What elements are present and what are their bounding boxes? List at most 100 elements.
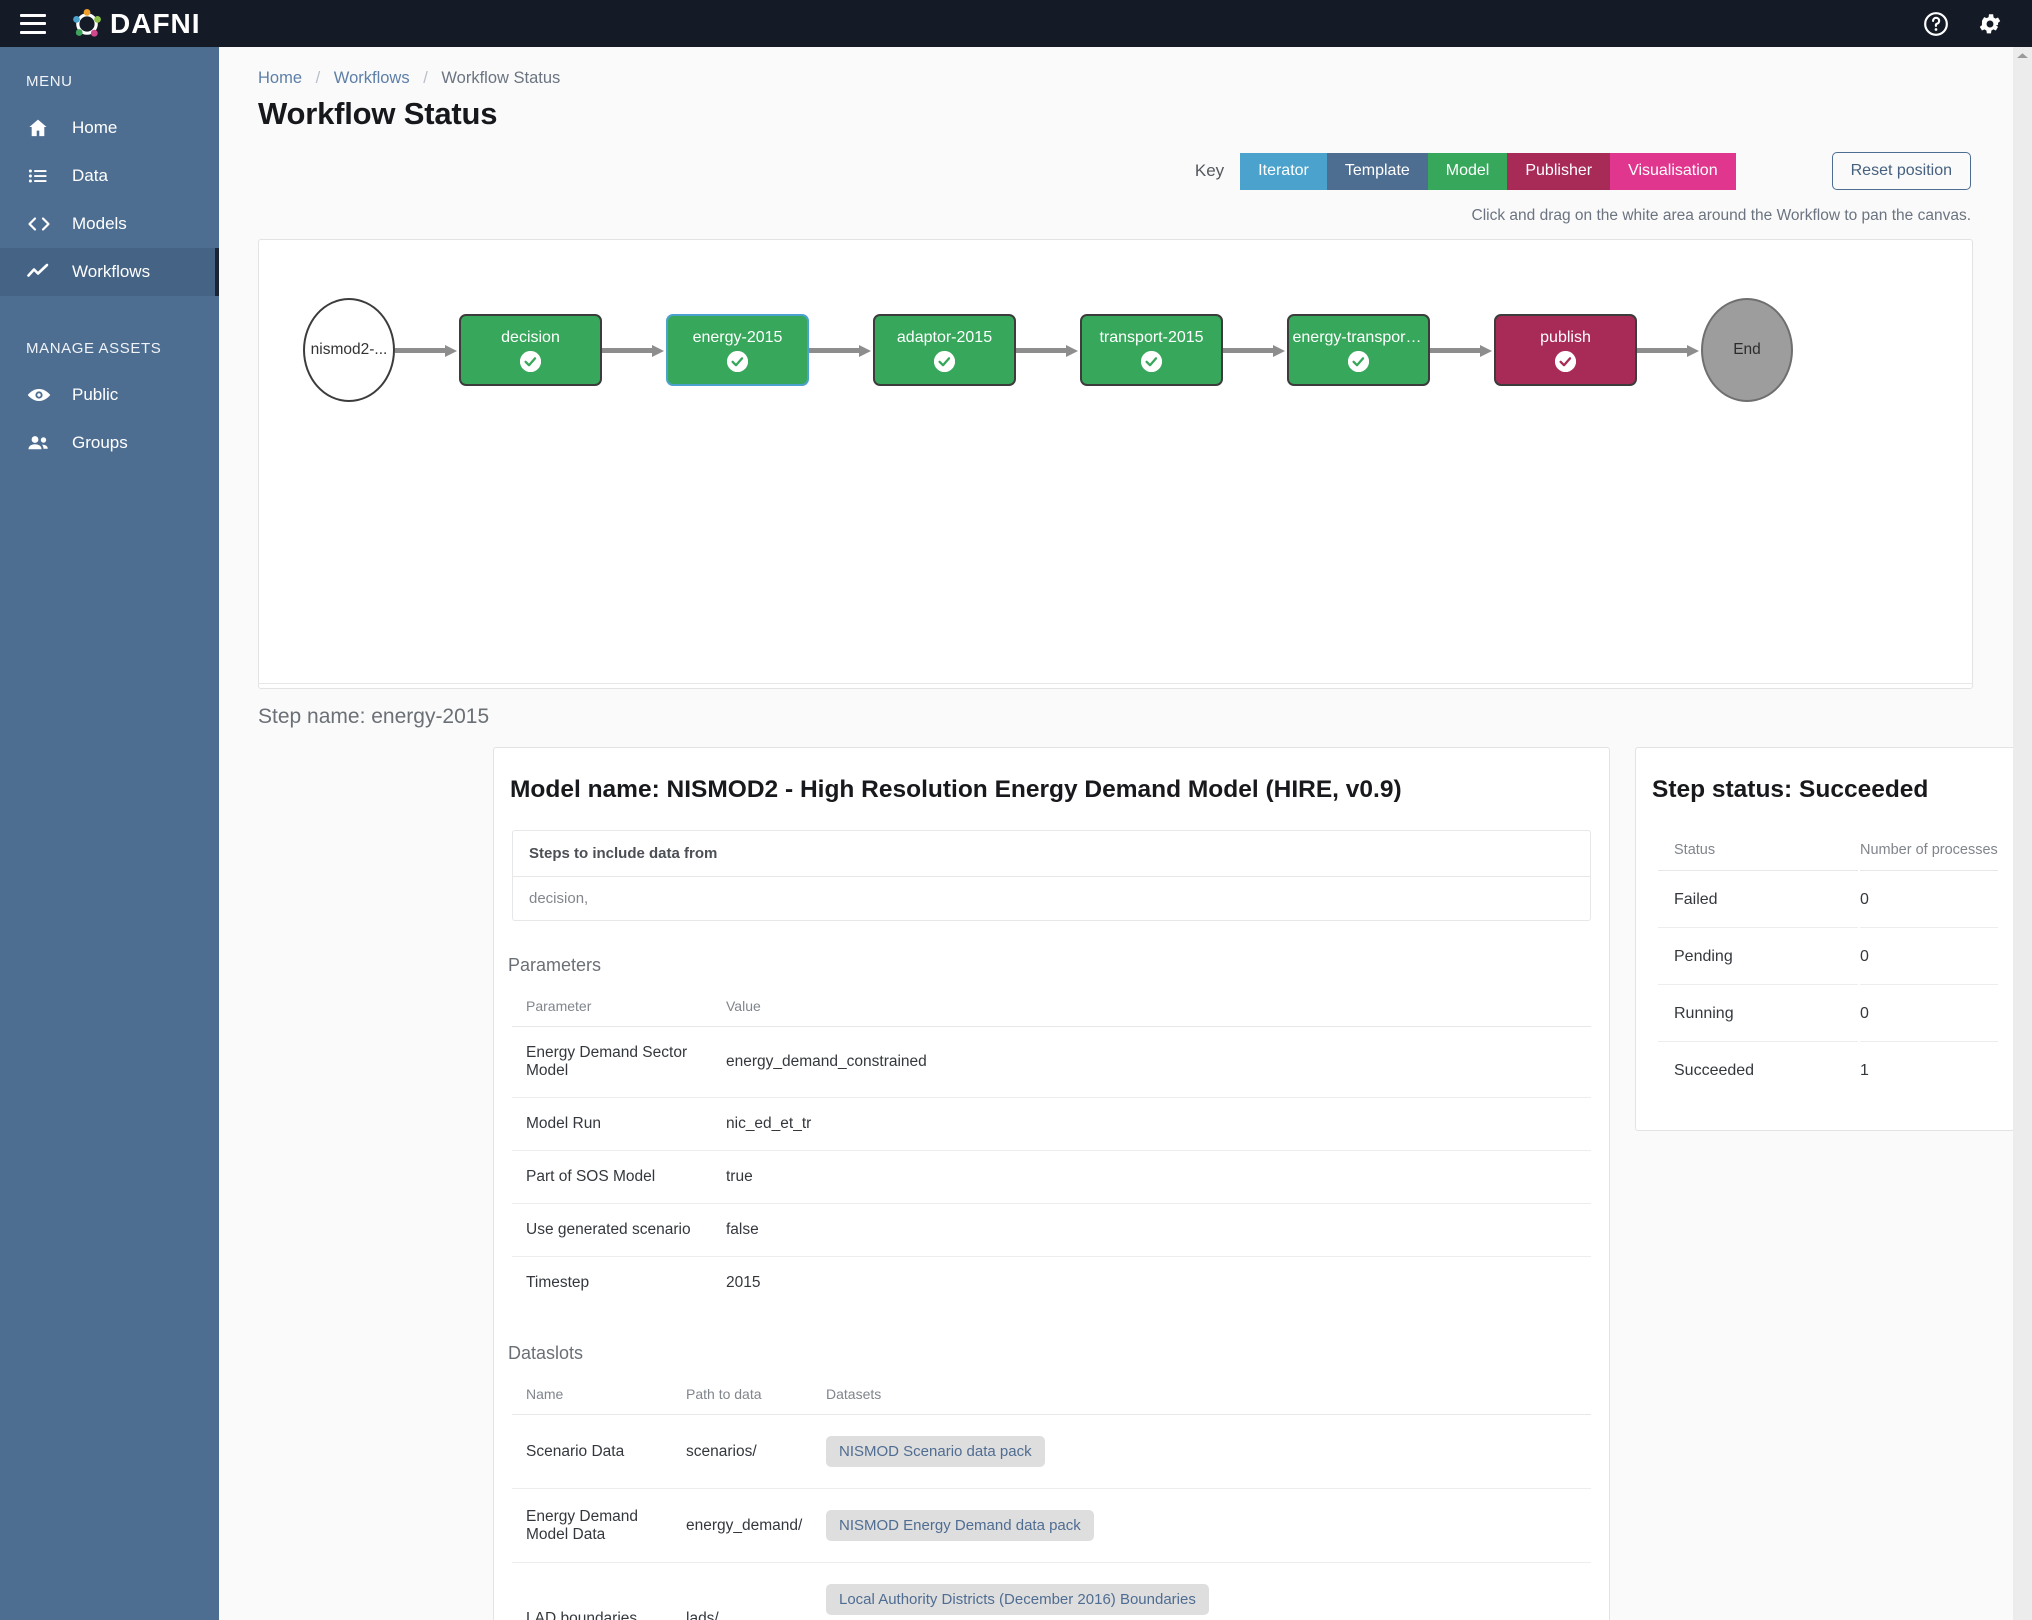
workflow-canvas[interactable]: nismod2-... decision energy-2015 adaptor…: [258, 239, 1973, 689]
sidebar: MENU Home Data Models Workflows MANAGE A…: [0, 47, 219, 1620]
dataslot-name: Energy Demand Model Data: [512, 1488, 672, 1563]
column-header-name: Name: [512, 1374, 672, 1415]
workflow-node-label: End: [1733, 341, 1761, 358]
workflow-node-energy-transport[interactable]: energy-transport-...: [1287, 314, 1430, 386]
check-circle-icon: [1348, 350, 1369, 372]
sidebar-section-menu: MENU: [26, 73, 73, 90]
breadcrumb: Home / Workflows / Workflow Status: [219, 47, 2013, 88]
code-brackets-icon: [26, 212, 54, 236]
breadcrumb-current: Workflow Status: [441, 69, 561, 87]
hamburger-icon[interactable]: [20, 13, 46, 34]
status-count: 0: [1860, 987, 1998, 1042]
key-chip-template[interactable]: Template: [1326, 152, 1428, 190]
workflow-node-transport-2015[interactable]: transport-2015: [1080, 314, 1223, 386]
workflow-node-publish[interactable]: publish: [1494, 314, 1637, 386]
sidebar-item-label: Groups: [72, 433, 128, 452]
status-label: Running: [1658, 987, 1858, 1042]
status-label: Pending: [1658, 930, 1858, 985]
key-chip-visualisation[interactable]: Visualisation: [1610, 152, 1736, 190]
sidebar-item-public[interactable]: Public: [0, 371, 219, 419]
workflow-edge-arrow-icon: [1016, 345, 1080, 357]
parameters-table: Parameter Value Energy Demand Sector Mod…: [512, 986, 1591, 1309]
check-circle-icon: [1141, 350, 1162, 372]
breadcrumb-workflows[interactable]: Workflows: [334, 69, 410, 87]
parameter-name: Energy Demand Sector Model: [512, 1026, 712, 1098]
parameter-name: Use generated scenario: [512, 1203, 712, 1257]
workflow-edge-arrow-icon: [395, 345, 459, 357]
workflow-edge-arrow-icon: [1223, 345, 1287, 357]
workflow-node-adaptor-2015[interactable]: adaptor-2015: [873, 314, 1016, 386]
table-header-row: Parameter Value: [512, 986, 1591, 1027]
breadcrumb-home[interactable]: Home: [258, 69, 302, 87]
sidebar-item-groups[interactable]: Groups: [0, 419, 219, 467]
people-icon: [26, 431, 54, 455]
workflow-node-label: publish: [1540, 328, 1591, 346]
sidebar-item-home[interactable]: Home: [0, 104, 219, 152]
brand-logo[interactable]: DAFNI: [70, 7, 201, 41]
dataslots-section: Name Path to data Datasets Scenario Data…: [494, 1374, 1609, 1620]
key-chip-iterator[interactable]: Iterator: [1240, 152, 1327, 190]
gear-icon[interactable]: [1976, 10, 2004, 38]
parameter-value: 2015: [726, 1274, 761, 1291]
status-count: 0: [1860, 873, 1998, 928]
sidebar-item-label: Workflows: [72, 262, 151, 281]
check-circle-icon: [934, 350, 955, 372]
workflow-edge-arrow-icon: [809, 345, 873, 357]
table-row: LAD boundaries lads/ Local Authority Dis…: [512, 1563, 1591, 1620]
help-circle-icon[interactable]: [1922, 10, 1950, 38]
step-status-title: Step status: Succeeded: [1652, 776, 1929, 803]
dafni-logo-icon: [70, 7, 104, 41]
dataslot-name: LAD boundaries: [526, 1610, 638, 1620]
table-row: Timestep 2015: [512, 1257, 1591, 1310]
table-header-row: Status Number of processes: [1658, 832, 1998, 871]
app-root: DAFNI MENU Home Data Models Workflows MA…: [0, 0, 2032, 1620]
table-row: Energy Demand Model Data energy_demand/ …: [512, 1488, 1591, 1563]
key-chip-publisher[interactable]: Publisher: [1507, 152, 1611, 190]
dataslots-table: Name Path to data Datasets Scenario Data…: [512, 1374, 1591, 1620]
status-count: 1: [1860, 1062, 1869, 1079]
step-status-table-wrap: Status Number of processes Failed 0 Pend…: [1636, 830, 2032, 1100]
parameter-value: energy_demand_constrained: [712, 1026, 1591, 1098]
column-header-path: Path to data: [672, 1374, 812, 1415]
table-row: Running 0: [1658, 987, 1998, 1042]
dataset-chip[interactable]: NISMOD Scenario data pack: [826, 1436, 1045, 1467]
workflow-node-label: adaptor-2015: [896, 328, 993, 346]
table-row: Succeeded 1: [1658, 1044, 1998, 1098]
workflow-node-energy-2015[interactable]: energy-2015: [666, 314, 809, 386]
sidebar-item-data[interactable]: Data: [0, 152, 219, 200]
breadcrumb-separator: /: [315, 69, 321, 87]
workflow-node-label: energy-transport-...: [1292, 328, 1425, 346]
dataslot-path: lads/: [686, 1610, 719, 1620]
parameter-name: Model Run: [512, 1097, 712, 1151]
workflow-edge-arrow-icon: [1430, 345, 1494, 357]
key-legend: Key Iterator Template Model Publisher Vi…: [1195, 152, 1971, 190]
scrollbar-up-arrow-icon[interactable]: [2013, 47, 2032, 58]
sidebar-item-models[interactable]: Models: [0, 200, 219, 248]
dataslots-title: Dataslots: [508, 1343, 584, 1363]
step-status-panel: Step status: Succeeded Status Number of …: [1635, 747, 2032, 1131]
dataslot-datasets: NISMOD Energy Demand data pack: [812, 1488, 1591, 1563]
parameter-name: Part of SOS Model: [512, 1150, 712, 1204]
page-scrollbar[interactable]: [2013, 47, 2032, 1620]
key-chip-model[interactable]: Model: [1427, 152, 1508, 190]
dataslot-path: scenarios/: [672, 1414, 812, 1489]
workflow-node-decision[interactable]: decision: [459, 314, 602, 386]
workflow-node-start[interactable]: nismod2-...: [303, 298, 395, 402]
column-header-number-of-processes: Number of processes: [1860, 832, 1998, 871]
page-title: Workflow Status: [258, 96, 498, 131]
workflow-edge-arrow-icon: [602, 345, 666, 357]
table-header-row: Name Path to data Datasets: [512, 1374, 1591, 1415]
sidebar-item-workflows[interactable]: Workflows: [0, 248, 219, 296]
parameter-value: false: [712, 1203, 1591, 1257]
dataslot-name: Scenario Data: [512, 1414, 672, 1489]
workflow-node-label: decision: [501, 328, 560, 346]
dataset-chip[interactable]: NISMOD Energy Demand data pack: [826, 1510, 1094, 1541]
dataset-chip[interactable]: Local Authority Districts (December 2016…: [826, 1584, 1209, 1615]
workflow-node-label: nismod2-...: [310, 341, 388, 358]
column-header-parameter: Parameter: [512, 986, 712, 1027]
parameters-title: Parameters: [508, 955, 602, 975]
workflow-node-end[interactable]: End: [1701, 298, 1793, 402]
reset-position-button[interactable]: Reset position: [1831, 152, 1971, 190]
step-status-table: Status Number of processes Failed 0 Pend…: [1656, 830, 2000, 1100]
